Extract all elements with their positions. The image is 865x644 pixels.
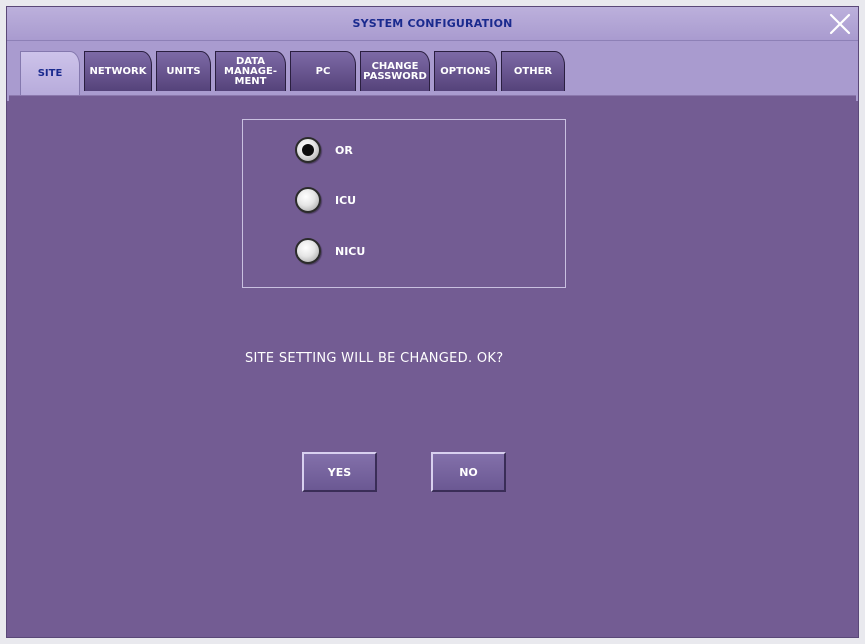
system-configuration-window: SYSTEM CONFIGURATION SITE NETWORK UNITS …: [6, 6, 859, 638]
no-button[interactable]: NO: [431, 452, 506, 492]
site-option-nicu[interactable]: NICU: [295, 237, 365, 265]
tab-options[interactable]: OPTIONS: [434, 51, 497, 91]
confirm-message: SITE SETTING WILL BE CHANGED. OK?: [245, 351, 504, 366]
radio-label-nicu: NICU: [335, 244, 366, 258]
tab-other[interactable]: OTHER: [501, 51, 565, 91]
radio-nicu[interactable]: [295, 238, 321, 264]
radio-or[interactable]: [295, 137, 321, 163]
yes-button[interactable]: YES: [302, 452, 377, 492]
site-tab-panel: OR ICU NICU SITE SETTING WILL BE CHANGED…: [9, 95, 856, 635]
tab-network[interactable]: NETWORK: [84, 51, 152, 91]
tab-strip: SITE NETWORK UNITS DATA MANAGE- MENT PC …: [7, 41, 858, 101]
title-bar: SYSTEM CONFIGURATION: [7, 7, 858, 41]
tab-pc[interactable]: PC: [290, 51, 356, 91]
radio-label-or: OR: [335, 143, 353, 157]
tab-units[interactable]: UNITS: [156, 51, 211, 91]
close-x-icon: [829, 13, 851, 35]
site-option-icu[interactable]: ICU: [295, 186, 356, 214]
site-option-or[interactable]: OR: [295, 136, 353, 164]
close-button[interactable]: [826, 10, 854, 38]
radio-label-icu: ICU: [335, 193, 357, 207]
tab-change-password[interactable]: CHANGE PASSWORD: [360, 51, 430, 91]
window-title: SYSTEM CONFIGURATION: [352, 17, 513, 30]
tab-data-management[interactable]: DATA MANAGE- MENT: [215, 51, 286, 91]
site-radio-group: OR ICU NICU: [242, 119, 566, 288]
tab-site[interactable]: SITE: [20, 51, 80, 95]
radio-icu[interactable]: [295, 187, 321, 213]
